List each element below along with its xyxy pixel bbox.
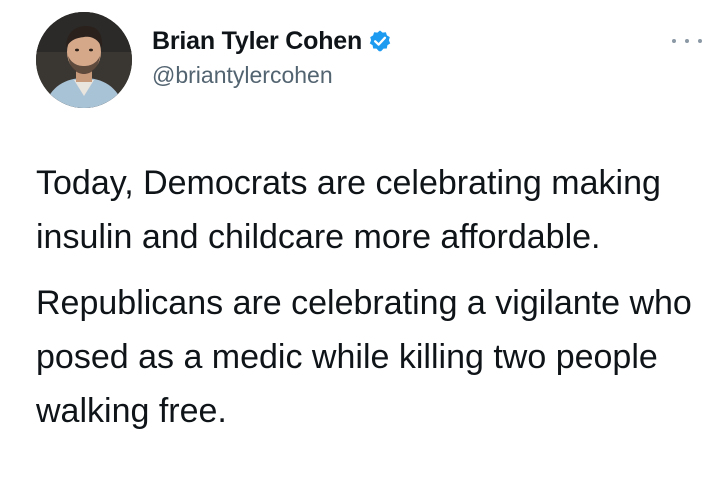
tweet-text: Today, Democrats are celebrating making … [36, 156, 696, 438]
more-dot [698, 39, 702, 43]
more-options-icon[interactable] [672, 34, 702, 48]
display-name[interactable]: Brian Tyler Cohen [152, 27, 362, 56]
name-row: Brian Tyler Cohen [152, 24, 392, 58]
author-info: Brian Tyler Cohen @briantylercohen [152, 24, 392, 89]
handle[interactable]: @briantylercohen [152, 62, 392, 89]
tweet-card: Brian Tyler Cohen @briantylercohen Today… [0, 0, 720, 495]
more-dot [685, 39, 689, 43]
avatar-image [36, 12, 132, 108]
tweet-paragraph: Republicans are celebrating a vigilante … [36, 284, 692, 430]
more-dot [672, 39, 676, 43]
tweet-paragraph: Today, Democrats are celebrating making … [36, 164, 661, 256]
verified-badge-icon [368, 29, 392, 53]
avatar[interactable] [36, 12, 132, 108]
